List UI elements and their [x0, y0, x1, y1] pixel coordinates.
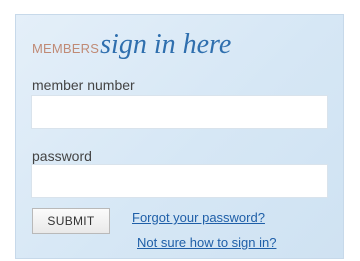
sign-in-title: sign in here [100, 29, 232, 60]
password-label: password [32, 148, 92, 164]
submit-button[interactable]: SUBMIT [32, 208, 110, 234]
forgot-password-link[interactable]: Forgot your password? [132, 210, 265, 225]
member-number-input[interactable] [31, 95, 328, 129]
password-input[interactable] [31, 164, 328, 198]
sign-in-help-link[interactable]: Not sure how to sign in? [137, 235, 276, 250]
login-panel: MEMBERSsign in here member number passwo… [15, 14, 344, 259]
members-label: MEMBERS [32, 41, 100, 56]
login-heading: MEMBERSsign in here [32, 29, 231, 61]
member-number-label: member number [32, 77, 135, 93]
